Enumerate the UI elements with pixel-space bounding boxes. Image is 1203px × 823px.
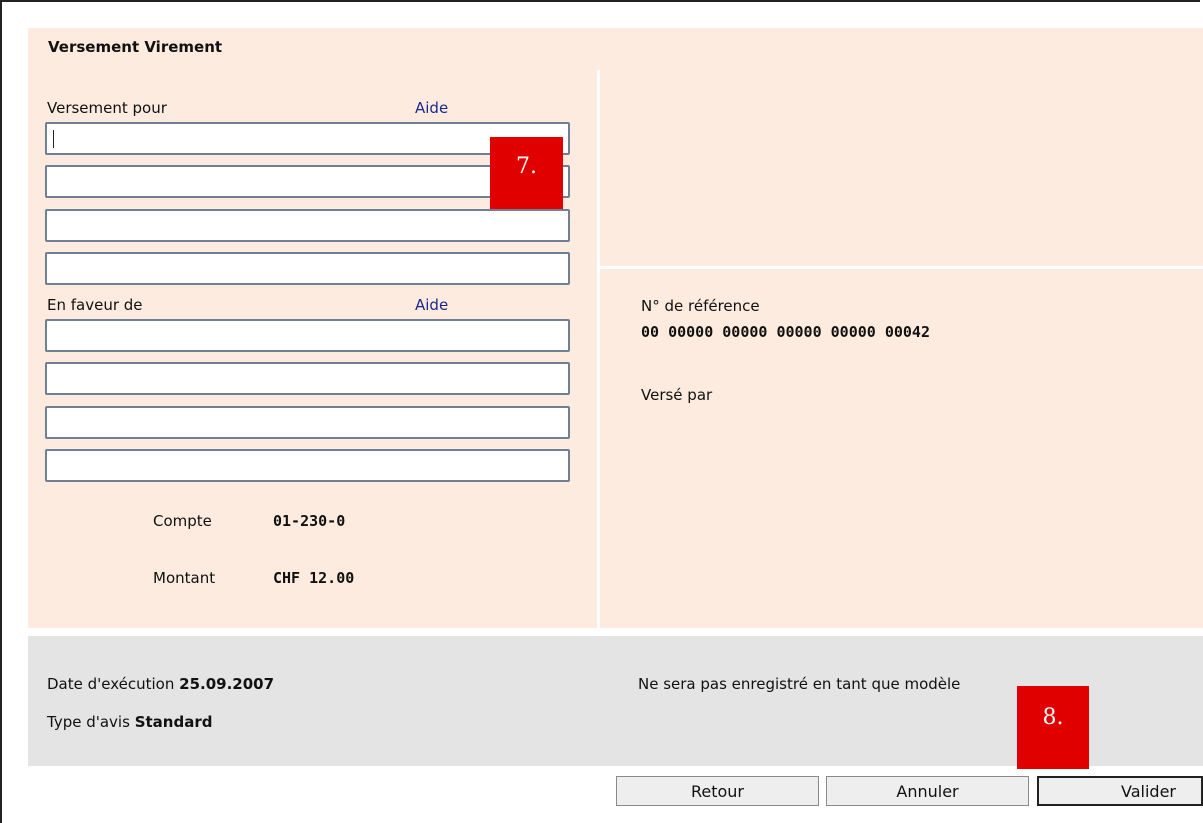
text-caret	[53, 130, 54, 148]
avis-type: Type d'avis Standard	[47, 713, 212, 731]
versement-pour-help-link[interactable]: Aide	[415, 99, 448, 117]
compte-value: 01-230-0	[273, 512, 346, 530]
valider-button[interactable]: Valider	[1037, 776, 1203, 806]
template-note: Ne sera pas enregistré en tant que modèl…	[638, 675, 961, 693]
montant-value: CHF 12.00	[273, 569, 355, 587]
avis-type-value: Standard	[134, 713, 213, 731]
versement-pour-label: Versement pour	[47, 99, 167, 117]
verse-par-label: Versé par	[641, 386, 713, 404]
row-divider	[600, 266, 1203, 269]
step-7-badge: 7.	[490, 137, 563, 209]
en-faveur-de-line-2[interactable]	[45, 362, 570, 395]
versement-pour-line-3[interactable]	[45, 209, 570, 242]
column-divider	[597, 70, 600, 628]
execution-date-label: Date d'exécution	[47, 675, 175, 693]
execution-date-value: 25.09.2007	[179, 675, 275, 693]
montant-label: Montant	[153, 569, 216, 587]
execution-date: Date d'exécution 25.09.2007	[47, 675, 274, 693]
en-faveur-de-label: En faveur de	[47, 296, 143, 314]
retour-button[interactable]: Retour	[616, 776, 819, 806]
en-faveur-de-line-3[interactable]	[45, 406, 570, 439]
en-faveur-de-help-link[interactable]: Aide	[415, 296, 448, 314]
annuler-button[interactable]: Annuler	[826, 776, 1029, 806]
versement-pour-line-4[interactable]	[45, 252, 570, 285]
avis-type-label: Type d'avis	[47, 713, 130, 731]
form-title: Versement Virement	[48, 38, 223, 56]
compte-label: Compte	[153, 512, 212, 530]
en-faveur-de-line-4[interactable]	[45, 449, 570, 482]
reference-number: 00 00000 00000 00000 00000 00042	[641, 323, 930, 341]
reference-label: N° de référence	[641, 297, 760, 315]
en-faveur-de-line-1[interactable]	[45, 319, 570, 352]
step-8-badge: 8.	[1017, 686, 1089, 769]
